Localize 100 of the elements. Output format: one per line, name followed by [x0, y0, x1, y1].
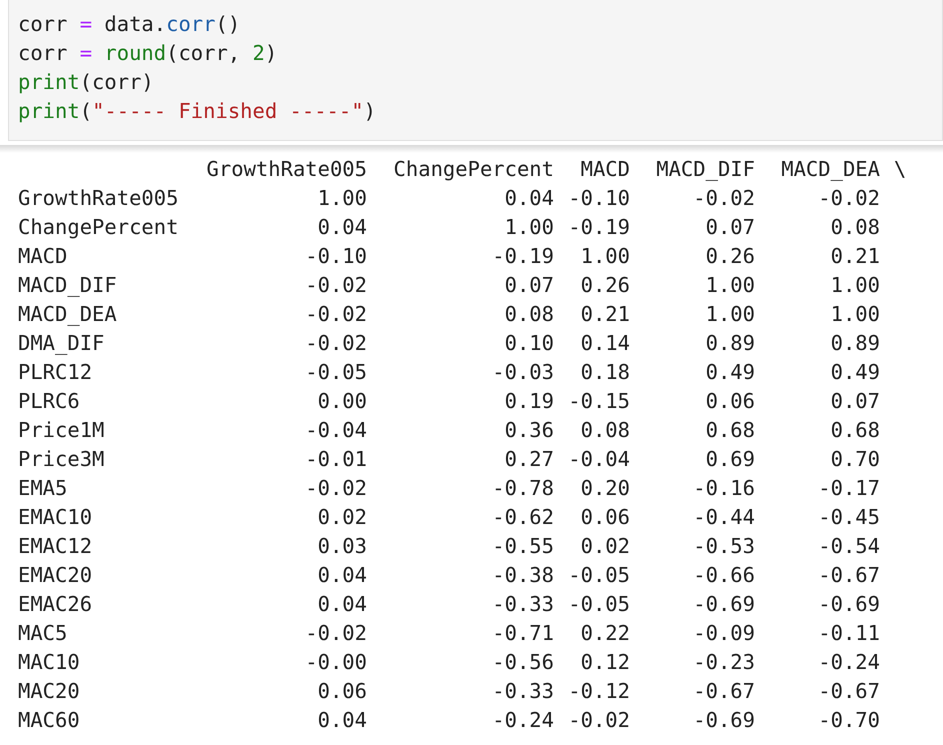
table-cell-text: 0.26: [706, 243, 755, 270]
table-cell-text: 0.89: [830, 330, 880, 357]
table-cell-text: -0.02: [568, 707, 630, 734]
table-cell-text: 1.00: [706, 301, 755, 328]
column-header: ChangePercent: [394, 156, 554, 183]
table-cell-text: -0.12: [568, 678, 630, 705]
row-header: GrowthRate005: [18, 185, 178, 212]
code-cell[interactable]: corr = data.corr() corr = round(corr, 2) print(corr) print("----- Finished -----"): [8, 0, 943, 141]
column-header: GrowthRate005: [206, 156, 367, 183]
table-cell-text: -0.16: [693, 475, 755, 502]
row-header: EMAC26: [18, 591, 92, 618]
table-cell-text: -0.10: [305, 243, 367, 270]
table-cell-text: 1.00: [580, 243, 630, 270]
row-header: PLRC12: [18, 359, 92, 386]
table-cell-text: -0.00: [305, 649, 367, 676]
table-cell-text: -0.44: [693, 504, 755, 531]
row-header: Price3M: [18, 446, 104, 473]
table-cell-text: -0.62: [492, 504, 554, 531]
row-header: MACD_DEA: [18, 301, 117, 328]
table-cell-text: 0.22: [580, 620, 630, 647]
code-line: corr = data.corr(): [18, 11, 242, 38]
table-cell-text: 0.04: [318, 707, 367, 734]
table-cell-text: -0.70: [818, 707, 880, 734]
table-cell-text: -0.10: [568, 185, 630, 212]
table-cell-text: 0.70: [830, 446, 880, 473]
row-header: EMAC10: [18, 504, 92, 531]
table-cell-text: -0.33: [492, 591, 554, 618]
row-header: EMA5: [18, 475, 68, 502]
table-cell-text: -0.54: [818, 533, 880, 560]
row-header: EMAC12: [18, 533, 92, 560]
table-cell-text: -0.69: [693, 707, 755, 734]
code-line: corr = round(corr, 2): [18, 40, 278, 67]
table-cell-text: -0.33: [492, 678, 554, 705]
row-header: Price1M: [18, 417, 104, 444]
table-cell-text: 0.04: [504, 185, 554, 212]
table-cell-text: 0.08: [830, 214, 880, 241]
table-cell-text: 0.04: [318, 214, 367, 241]
row-header: MAC5: [18, 620, 68, 647]
table-cell-text: -0.05: [568, 562, 630, 589]
table-cell-text: 0.06: [580, 504, 630, 531]
row-header: MACD_DIF: [18, 272, 117, 299]
row-header: ChangePercent: [18, 214, 178, 241]
table-cell-text: -0.19: [568, 214, 630, 241]
row-header: MAC20: [18, 678, 80, 705]
table-cell-text: -0.66: [693, 562, 755, 589]
column-header: MACD: [580, 156, 630, 183]
table-cell-text: 0.21: [580, 301, 630, 328]
table-cell-text: 0.49: [830, 359, 880, 386]
table-cell-text: 0.68: [706, 417, 755, 444]
table-cell-text: -0.24: [818, 649, 880, 676]
table-cell-text: 1.00: [830, 272, 880, 299]
table-cell-text: -0.23: [693, 649, 755, 676]
table-cell-text: -0.67: [818, 678, 880, 705]
row-header: EMAC20: [18, 562, 92, 589]
table-cell-text: 0.19: [504, 388, 554, 415]
table-cell-text: -0.04: [568, 446, 630, 473]
table-cell-text: -0.02: [305, 301, 367, 328]
table-cell-text: -0.55: [492, 533, 554, 560]
code-line: print(corr): [18, 69, 155, 96]
table-cell-text: -0.02: [693, 185, 755, 212]
table-cell-text: 0.06: [706, 388, 755, 415]
table-cell-text: 0.08: [504, 301, 554, 328]
table-cell-text: -0.78: [492, 475, 554, 502]
column-header: MACD_DIF: [656, 156, 755, 183]
column-header: MACD_DEA: [781, 156, 880, 183]
table-cell-text: 0.00: [318, 388, 367, 415]
table-cell-text: 1.00: [706, 272, 755, 299]
table-cell-text: -0.03: [492, 359, 554, 386]
table-cell-text: -0.02: [305, 620, 367, 647]
table-cell-text: 0.04: [318, 591, 367, 618]
table-cell-text: 0.02: [580, 533, 630, 560]
table-cell-text: -0.67: [693, 678, 755, 705]
code-line: print("----- Finished -----"): [18, 98, 377, 125]
table-cell-text: -0.19: [492, 243, 554, 270]
table-cell-text: 1.00: [830, 301, 880, 328]
table-cell-text: -0.01: [305, 446, 367, 473]
table-cell-text: -0.09: [693, 620, 755, 647]
table-cell-text: 0.18: [580, 359, 630, 386]
table-cell-text: -0.67: [818, 562, 880, 589]
table-cell-text: -0.71: [492, 620, 554, 647]
table-cell-text: -0.69: [693, 591, 755, 618]
table-cell-text: 0.02: [318, 504, 367, 531]
table-cell-text: 0.89: [706, 330, 755, 357]
table-cell-text: 0.03: [318, 533, 367, 560]
table-cell-text: -0.05: [568, 591, 630, 618]
table-cell-text: -0.24: [492, 707, 554, 734]
table-cell-text: 0.07: [504, 272, 554, 299]
table-cell-text: 0.49: [706, 359, 755, 386]
table-cell-text: 0.14: [580, 330, 630, 357]
table-cell-text: -0.15: [568, 388, 630, 415]
line-continuation: \: [894, 156, 906, 183]
table-cell-text: 0.12: [580, 649, 630, 676]
row-header: MAC60: [18, 707, 80, 734]
table-cell-text: 0.07: [706, 214, 755, 241]
table-cell-text: -0.69: [818, 591, 880, 618]
table-cell-text: 0.26: [580, 272, 630, 299]
table-cell-text: -0.02: [305, 272, 367, 299]
table-cell-text: -0.45: [818, 504, 880, 531]
row-header: MAC10: [18, 649, 80, 676]
table-cell-text: 0.21: [830, 243, 880, 270]
